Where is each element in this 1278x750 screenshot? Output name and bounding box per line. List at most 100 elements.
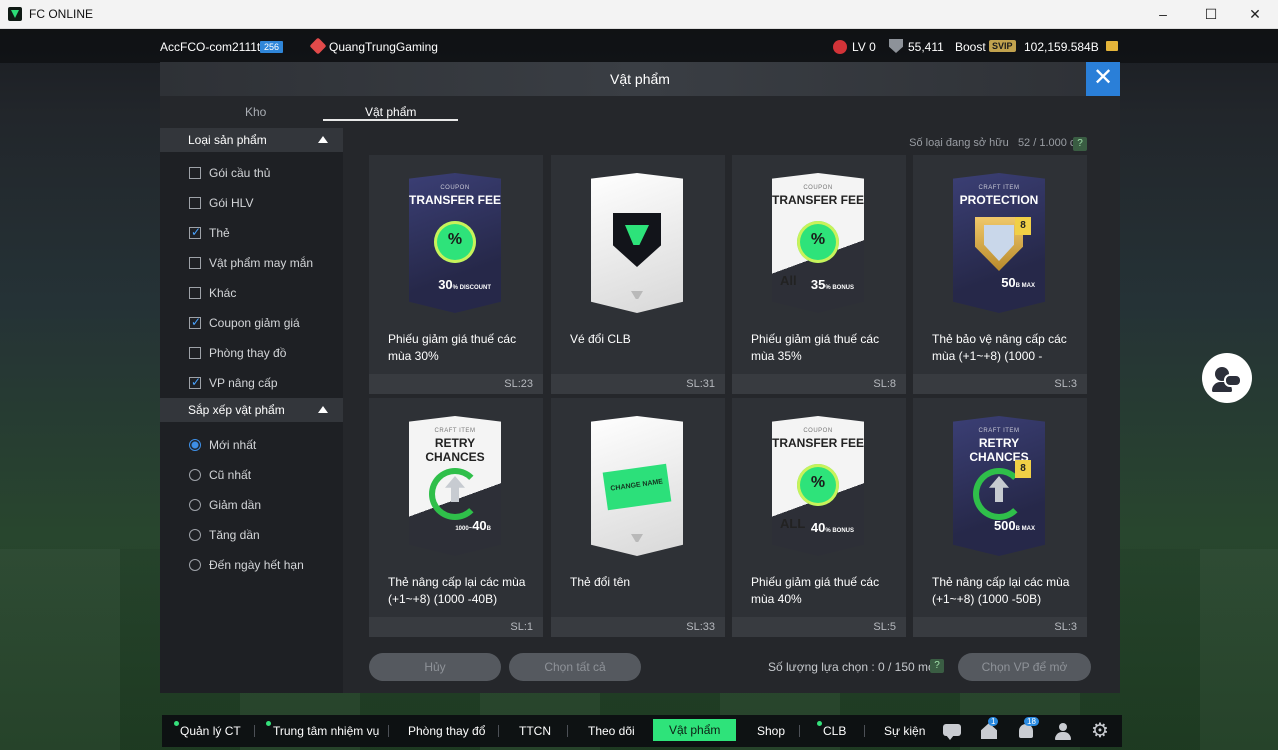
settings-icon[interactable]: ⚙ bbox=[1090, 721, 1110, 741]
team-icon bbox=[309, 37, 327, 55]
collapse-triangle-icon[interactable] bbox=[318, 136, 328, 143]
app-logo-icon bbox=[8, 7, 22, 21]
close-window-button[interactable]: ✕ bbox=[1232, 0, 1278, 29]
card-title: TRANSFER FEE bbox=[772, 193, 865, 207]
bell-icon[interactable]: 18 bbox=[1016, 717, 1039, 741]
maximize-button[interactable]: ☐ bbox=[1188, 0, 1234, 29]
nav-clb[interactable]: CLB bbox=[823, 724, 846, 738]
nav-phong-thay-do[interactable]: Phòng thay đổ bbox=[408, 724, 485, 738]
radio[interactable] bbox=[189, 469, 201, 481]
bp-balance: 102,159.584B bbox=[1024, 40, 1099, 54]
help-icon[interactable]: ? bbox=[930, 659, 944, 673]
filter-option-label: Gói cầu thủ bbox=[209, 166, 271, 180]
card-title: PROTECTION bbox=[959, 193, 1039, 207]
coupon-card-image: COUPON TRANSFER FEE % ALL 40% BONUS bbox=[772, 416, 864, 556]
nav-separator bbox=[498, 725, 499, 737]
radio-selected[interactable] bbox=[189, 439, 201, 451]
tab-kho[interactable]: Kho bbox=[245, 105, 266, 119]
radio[interactable] bbox=[189, 529, 201, 541]
item-card[interactable]: CRAFT ITEM PROTECTION 8 50B MAX Thẻ bảo … bbox=[913, 155, 1087, 394]
item-quantity: SL:8 bbox=[732, 374, 906, 394]
card-title: RETRY CHANCES bbox=[969, 436, 1029, 464]
nav-shop[interactable]: Shop bbox=[757, 724, 785, 738]
nav-trung-tam-nhiem-vu[interactable]: Trung tâm nhiệm vụ bbox=[273, 724, 379, 738]
close-icon[interactable]: ✕ bbox=[1086, 62, 1120, 96]
radio[interactable] bbox=[189, 559, 201, 571]
window-titlebar: FC ONLINE – ☐ ✕ bbox=[0, 0, 1278, 29]
nav-separator bbox=[254, 725, 255, 737]
card-kicker: COUPON bbox=[440, 185, 470, 191]
nav-su-kien[interactable]: Sự kiện bbox=[884, 724, 925, 738]
item-name: Thẻ nâng cấp lại các mùa (+1~+8) (1000 -… bbox=[388, 575, 526, 606]
item-card[interactable]: CHANGE NAME Thẻ đổi tên SL:33 bbox=[551, 398, 725, 637]
card-value: 1000~40B bbox=[455, 518, 491, 533]
item-card[interactable]: Vé đổi CLB SL:31 bbox=[551, 155, 725, 394]
item-card[interactable]: COUPON TRANSFER FEE % All 35% BONUS Phiế… bbox=[732, 155, 906, 394]
item-card[interactable]: CRAFT ITEM RETRY CHANCES 1000~40B Thẻ nâ… bbox=[369, 398, 543, 637]
collapse-triangle-icon[interactable] bbox=[318, 406, 328, 413]
coupon-card-image: COUPON TRANSFER FEE % 30% DISCOUNT bbox=[409, 173, 501, 313]
nav-ttcn[interactable]: TTCN bbox=[519, 724, 551, 738]
nav-separator bbox=[388, 725, 389, 737]
checkbox-checked[interactable] bbox=[189, 225, 201, 239]
owned-count: Số loại đang sở hữu 52 / 1.000 cái bbox=[909, 137, 1084, 149]
card-title: TRANSFER FEE bbox=[772, 436, 865, 450]
nav-separator bbox=[799, 725, 800, 737]
select-all-button[interactable]: Chọn tất cả bbox=[509, 653, 641, 681]
item-card[interactable]: COUPON TRANSFER FEE % ALL 40% BONUS Phiế… bbox=[732, 398, 906, 637]
checkbox-checked[interactable] bbox=[189, 375, 201, 389]
active-tab-indicator bbox=[323, 119, 458, 121]
card-value: 500B MAX bbox=[994, 518, 1035, 533]
card-value: 30% DISCOUNT bbox=[438, 277, 491, 292]
sort-option-label: Giảm dần bbox=[209, 498, 262, 512]
item-name: Vé đổi CLB bbox=[570, 332, 631, 346]
cancel-button[interactable]: Hủy bbox=[369, 653, 501, 681]
filter-option-label: Vật phẩm may mắn bbox=[209, 256, 314, 270]
profile-icon[interactable] bbox=[1053, 721, 1073, 741]
item-card[interactable]: COUPON TRANSFER FEE % 30% DISCOUNT Phiếu… bbox=[369, 155, 543, 394]
nav-quan-ly-ct[interactable]: Quản lý CT bbox=[180, 724, 241, 738]
checkbox[interactable] bbox=[189, 347, 201, 359]
checkbox[interactable] bbox=[189, 197, 201, 209]
card-value: 35% BONUS bbox=[811, 277, 854, 292]
minimize-button[interactable]: – bbox=[1140, 0, 1186, 29]
sort-option-label: Mới nhất bbox=[209, 438, 257, 452]
club-badge-icon bbox=[613, 213, 661, 267]
card-kicker: CRAFT ITEM bbox=[434, 428, 476, 434]
filter-sidebar: Loại sản phẩm Gói cầu thủ Gói HLV Thẻ Vậ… bbox=[160, 128, 343, 693]
checkbox[interactable] bbox=[189, 167, 201, 179]
sort-section-header[interactable]: Sắp xếp vật phẩm bbox=[160, 398, 343, 422]
item-card[interactable]: CRAFT ITEM RETRY CHANCES 8 500B MAX Thẻ … bbox=[913, 398, 1087, 637]
nav-vat-pham[interactable]: Vật phẩm bbox=[653, 719, 737, 741]
checkbox[interactable] bbox=[189, 257, 201, 269]
sort-section-label: Sắp xếp vật phẩm bbox=[188, 403, 285, 417]
level-badge: 8 bbox=[1015, 217, 1031, 235]
open-items-button[interactable]: Chọn VP để mở bbox=[958, 653, 1091, 681]
tab-vat-pham[interactable]: Vật phẩm bbox=[365, 105, 416, 119]
radio[interactable] bbox=[189, 499, 201, 511]
help-icon[interactable]: ? bbox=[1073, 137, 1087, 151]
chat-icon[interactable] bbox=[942, 721, 962, 741]
product-type-section-header[interactable]: Loại sản phẩm bbox=[160, 128, 343, 152]
nav-separator bbox=[864, 725, 865, 737]
card-title: TRANSFER FEE bbox=[409, 193, 502, 207]
item-quantity: SL:3 bbox=[913, 374, 1087, 394]
card-tag: ALL bbox=[780, 516, 806, 531]
card-value: 40% BONUS bbox=[811, 520, 854, 535]
nav-separator bbox=[567, 725, 568, 737]
card-kicker: CRAFT ITEM bbox=[978, 185, 1020, 191]
checkbox[interactable] bbox=[189, 287, 201, 299]
item-quantity: SL:33 bbox=[551, 617, 725, 637]
fc-logo-icon bbox=[631, 534, 643, 542]
home-icon[interactable]: 1 bbox=[979, 717, 999, 741]
notification-dot bbox=[817, 721, 822, 726]
sort-option-label: Tăng dần bbox=[209, 528, 260, 542]
item-name: Phiếu giảm giá thuế các mùa 35% bbox=[751, 332, 880, 363]
card-value-unit: B MAX bbox=[1015, 283, 1035, 289]
card-value-number: 50 bbox=[1001, 275, 1016, 290]
card-value-number: 500 bbox=[993, 518, 1016, 533]
checkbox-checked[interactable] bbox=[189, 315, 201, 329]
nav-theo-doi[interactable]: Theo dõi bbox=[588, 724, 635, 738]
filter-option-label: Phòng thay đồ bbox=[209, 346, 287, 360]
change-name-card-image: CHANGE NAME bbox=[591, 416, 683, 556]
